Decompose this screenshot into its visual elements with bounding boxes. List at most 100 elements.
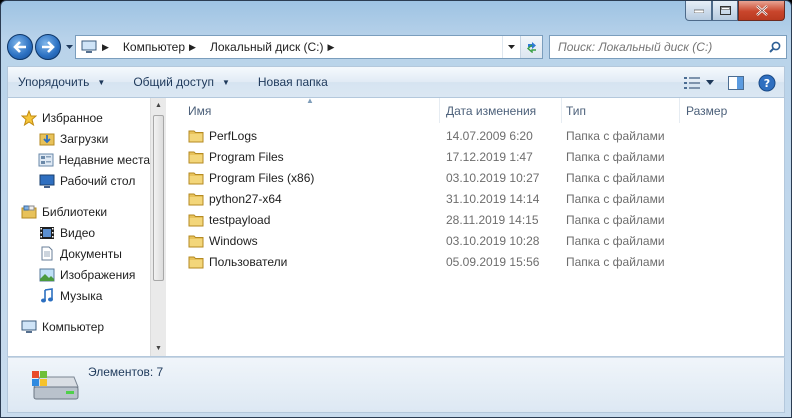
organize-label: Упорядочить — [18, 75, 90, 89]
folder-icon — [188, 234, 204, 248]
column-header-date[interactable]: Дата изменения — [442, 98, 562, 123]
folder-icon — [188, 255, 204, 269]
arrow-left-icon — [13, 41, 26, 53]
nav-item-libraries[interactable]: Библиотеки — [8, 201, 150, 222]
minimize-button[interactable] — [685, 1, 712, 21]
nav-item-desktop[interactable]: Рабочий стол — [8, 170, 150, 191]
file-date: 03.10.2019 10:28 — [446, 233, 540, 248]
refresh-icon — [526, 42, 536, 53]
scroll-thumb[interactable] — [153, 115, 164, 281]
table-row[interactable]: python27-x64 31.10.2019 14:14 Папка с фа… — [170, 188, 784, 209]
file-date: 31.10.2019 14:14 — [446, 191, 540, 206]
nav-group-libraries: Библиотеки Видео Документы Изображения М… — [8, 201, 150, 306]
folder-icon — [188, 192, 204, 206]
folder-icon — [188, 150, 204, 164]
close-button[interactable] — [738, 1, 785, 21]
search-icon[interactable] — [764, 41, 786, 53]
nav-pane-scrollbar[interactable]: ▲ ▼ — [150, 98, 166, 356]
document-icon — [38, 246, 56, 262]
file-type: Папка с файлами — [566, 212, 665, 227]
help-button[interactable]: ? — [758, 74, 776, 92]
libraries-icon — [20, 204, 38, 220]
new-folder-button[interactable]: Новая папка — [258, 75, 328, 89]
nav-item-downloads[interactable]: Загрузки — [8, 128, 150, 149]
table-row[interactable]: Пользователи 05.09.2019 15:56 Папка с фа… — [170, 251, 784, 272]
preview-pane-icon — [728, 75, 744, 90]
change-view-button[interactable] — [684, 76, 714, 89]
nav-item-computer[interactable]: Компьютер — [8, 316, 150, 337]
file-name: Пользователи — [209, 254, 288, 269]
breadcrumb-separator-icon[interactable]: ▶ — [328, 42, 335, 53]
file-date: 17.12.2019 1:47 — [446, 149, 533, 164]
svg-text:?: ? — [764, 77, 770, 90]
table-row[interactable]: PerfLogs 14.07.2009 6:20 Папка с файлами — [170, 125, 784, 146]
table-row[interactable]: Windows 03.10.2019 10:28 Папка с файлами — [170, 230, 784, 251]
nav-item-favorites[interactable]: Избранное — [8, 107, 150, 128]
table-row[interactable]: Program Files (x86) 03.10.2019 10:27 Пап… — [170, 167, 784, 188]
nav-item-label: Видео — [60, 225, 96, 240]
nav-item-label: Загрузки — [60, 131, 109, 146]
explorer-window: ▶ Компьютер ▶ Локальный диск (C:) ▶ Поис… — [0, 0, 792, 418]
nav-item-label: Недавние места — [58, 152, 150, 167]
computer-icon — [81, 40, 97, 53]
folder-icon — [188, 129, 204, 143]
maximize-icon — [719, 6, 731, 15]
search-input[interactable] — [558, 40, 764, 54]
nav-item-label: Рабочий стол — [60, 173, 136, 188]
organize-menu[interactable]: Упорядочить ▼ — [18, 75, 105, 89]
column-label: Имя — [188, 103, 212, 118]
nav-group-computer: Компьютер — [8, 316, 150, 337]
back-button[interactable] — [7, 34, 33, 60]
breadcrumb-item[interactable]: Локальный диск (C:) ▶ — [210, 40, 340, 54]
column-header-size[interactable]: Размер — [682, 98, 772, 123]
content-area: Избранное Загрузки Недавние места Рабочи… — [7, 96, 785, 357]
search-box[interactable] — [549, 35, 787, 59]
file-date: 05.09.2019 15:56 — [446, 254, 540, 269]
nav-item-label: Компьютер — [42, 319, 105, 334]
picture-icon — [38, 267, 56, 283]
table-row[interactable]: testpayload 28.11.2019 14:15 Папка с фай… — [170, 209, 784, 230]
maximize-button[interactable] — [712, 1, 738, 21]
column-header-type[interactable]: Тип — [562, 98, 680, 123]
chevron-down-icon — [706, 80, 714, 85]
computer-icon — [20, 319, 38, 335]
nav-item-documents[interactable]: Документы — [8, 243, 150, 264]
breadcrumb-item[interactable]: Компьютер ▶ — [123, 40, 202, 54]
scroll-down-button[interactable]: ▼ — [151, 341, 166, 356]
nav-item-recent-places[interactable]: Недавние места — [8, 149, 150, 170]
forward-button[interactable] — [35, 34, 61, 60]
breadcrumb-root[interactable]: ▶ — [80, 40, 115, 54]
address-bar[interactable]: ▶ Компьютер ▶ Локальный диск (C:) ▶ — [75, 35, 543, 59]
minimize-icon — [693, 9, 704, 13]
chevron-down-icon — [65, 45, 73, 49]
address-history-dropdown[interactable] — [502, 36, 520, 58]
help-icon: ? — [758, 74, 776, 91]
new-folder-label: Новая папка — [257, 75, 328, 89]
nav-item-music[interactable]: Музыка — [8, 285, 150, 306]
breadcrumb-label: Компьютер — [122, 40, 186, 54]
column-header-name[interactable]: Имя — [184, 98, 440, 123]
refresh-button[interactable] — [520, 36, 542, 58]
breadcrumb-label: Локальный диск (C:) — [209, 40, 324, 54]
breadcrumb-separator-icon[interactable]: ▶ — [189, 42, 196, 53]
nav-item-label: Документы — [60, 246, 122, 261]
share-menu[interactable]: Общий доступ ▼ — [133, 75, 230, 89]
nav-item-videos[interactable]: Видео — [8, 222, 150, 243]
file-type: Папка с файлами — [566, 233, 665, 248]
nav-item-pictures[interactable]: Изображения — [8, 264, 150, 285]
navigation-bar: ▶ Компьютер ▶ Локальный диск (C:) ▶ — [7, 31, 787, 63]
folder-icon — [188, 213, 204, 227]
file-type: Папка с файлами — [566, 254, 665, 269]
scroll-up-button[interactable]: ▲ — [151, 98, 166, 113]
chevron-down-icon: ▼ — [97, 77, 106, 87]
close-icon — [755, 5, 768, 16]
nav-item-label: Музыка — [60, 288, 103, 303]
column-label: Размер — [686, 103, 728, 118]
table-row[interactable]: Program Files 17.12.2019 1:47 Папка с фа… — [170, 146, 784, 167]
desktop-icon — [38, 173, 56, 189]
file-name: Windows — [209, 233, 258, 248]
recent-pages-dropdown[interactable] — [63, 37, 75, 57]
preview-pane-button[interactable] — [728, 75, 744, 90]
breadcrumb-separator-icon[interactable]: ▶ — [102, 42, 109, 53]
downloads-folder-icon — [38, 131, 56, 147]
